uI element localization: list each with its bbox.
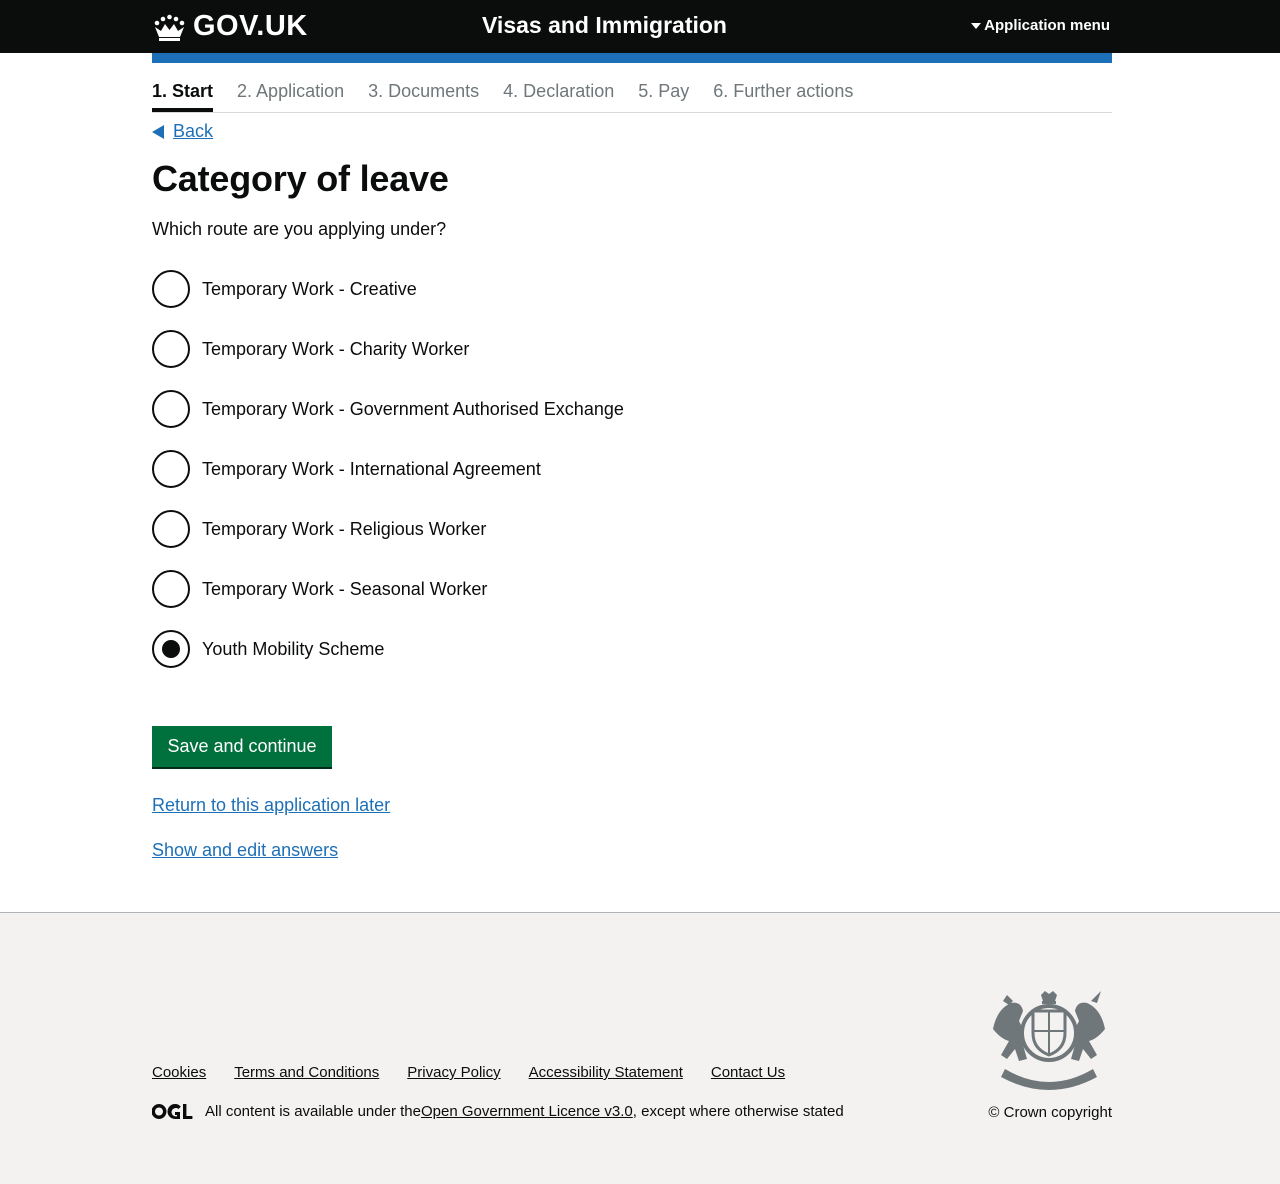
radio-label[interactable]: Temporary Work - International Agreement	[202, 459, 541, 480]
step-application: 2. Application	[237, 81, 345, 101]
radio-option-charity-worker[interactable]: Temporary Work - Charity Worker	[152, 329, 624, 369]
radio-option-religious-worker[interactable]: Temporary Work - Religious Worker	[152, 509, 624, 549]
radio-option-government-authorised-exchange[interactable]: Temporary Work - Government Authorised E…	[152, 389, 624, 429]
site-header: GOV.UK Visas and Immigration Application…	[0, 0, 1280, 53]
ogl-logo-icon	[152, 1103, 193, 1119]
page-title: Category of leave	[152, 158, 449, 199]
application-menu-label: Application menu	[984, 17, 1110, 34]
radio-button[interactable]	[152, 450, 190, 488]
crown-icon	[154, 14, 185, 41]
save-and-continue-button[interactable]: Save and continue	[152, 726, 332, 767]
header-blue-bar	[152, 53, 1112, 63]
radio-button[interactable]	[152, 270, 190, 308]
back-arrow-icon	[152, 124, 164, 139]
licence-notice: All content is available under the Open …	[152, 1103, 844, 1120]
application-menu-button[interactable]: Application menu	[971, 17, 1110, 34]
show-edit-answers-link[interactable]: Show and edit answers	[152, 840, 338, 861]
step-documents: 3. Documents	[368, 81, 480, 101]
radio-option-seasonal-worker[interactable]: Temporary Work - Seasonal Worker	[152, 569, 624, 609]
radio-label[interactable]: Youth Mobility Scheme	[202, 639, 384, 660]
step-pay: 5. Pay	[638, 81, 690, 101]
back-label: Back	[173, 121, 214, 141]
radio-button[interactable]	[152, 330, 190, 368]
radio-option-creative[interactable]: Temporary Work - Creative	[152, 269, 624, 309]
footer-link-privacy[interactable]: Privacy Policy	[407, 1064, 500, 1081]
govuk-logo-link[interactable]: GOV.UK	[152, 10, 308, 43]
royal-crest-icon	[993, 991, 1105, 1090]
radio-label[interactable]: Temporary Work - Charity Worker	[202, 339, 469, 360]
step-declaration: 4. Declaration	[503, 81, 615, 101]
site-footer: Cookies Terms and Conditions Privacy Pol…	[0, 912, 1280, 1184]
licence-prefix: All content is available under the	[205, 1103, 421, 1120]
logo-text: GOV.UK	[193, 10, 308, 42]
question-text: Which route are you applying under?	[152, 219, 447, 239]
radio-button[interactable]	[152, 510, 190, 548]
radio-button[interactable]	[152, 570, 190, 608]
footer-link-terms[interactable]: Terms and Conditions	[234, 1064, 379, 1081]
radio-button-selected[interactable]	[152, 630, 190, 668]
back-link[interactable]: Back	[152, 121, 213, 142]
step-further-actions: 6. Further actions	[713, 81, 854, 101]
footer-link-cookies[interactable]: Cookies	[152, 1064, 206, 1081]
step-navigation: 1. Start 2. Application 3. Documents 4. …	[152, 80, 1112, 113]
footer-link-accessibility[interactable]: Accessibility Statement	[529, 1064, 683, 1081]
route-radio-group: Temporary Work - Creative Temporary Work…	[152, 269, 624, 689]
return-later-link[interactable]: Return to this application later	[152, 795, 390, 816]
radio-option-youth-mobility-scheme[interactable]: Youth Mobility Scheme	[152, 629, 624, 669]
radio-label[interactable]: Temporary Work - Religious Worker	[202, 519, 486, 540]
radio-option-international-agreement[interactable]: Temporary Work - International Agreement	[152, 449, 624, 489]
service-name[interactable]: Visas and Immigration	[482, 12, 727, 39]
menu-triangle-icon	[971, 22, 982, 29]
footer-links: Cookies Terms and Conditions Privacy Pol…	[152, 1064, 785, 1081]
radio-button[interactable]	[152, 390, 190, 428]
open-government-licence-link[interactable]: Open Government Licence v3.0	[421, 1103, 633, 1120]
radio-label[interactable]: Temporary Work - Seasonal Worker	[202, 579, 487, 600]
radio-label[interactable]: Temporary Work - Creative	[202, 279, 417, 300]
crown-copyright: © Crown copyright	[988, 1104, 1112, 1121]
footer-link-contact[interactable]: Contact Us	[711, 1064, 785, 1081]
step-start: 1. Start	[152, 80, 214, 112]
radio-label[interactable]: Temporary Work - Government Authorised E…	[202, 399, 624, 420]
licence-suffix: , except where otherwise stated	[632, 1103, 844, 1120]
